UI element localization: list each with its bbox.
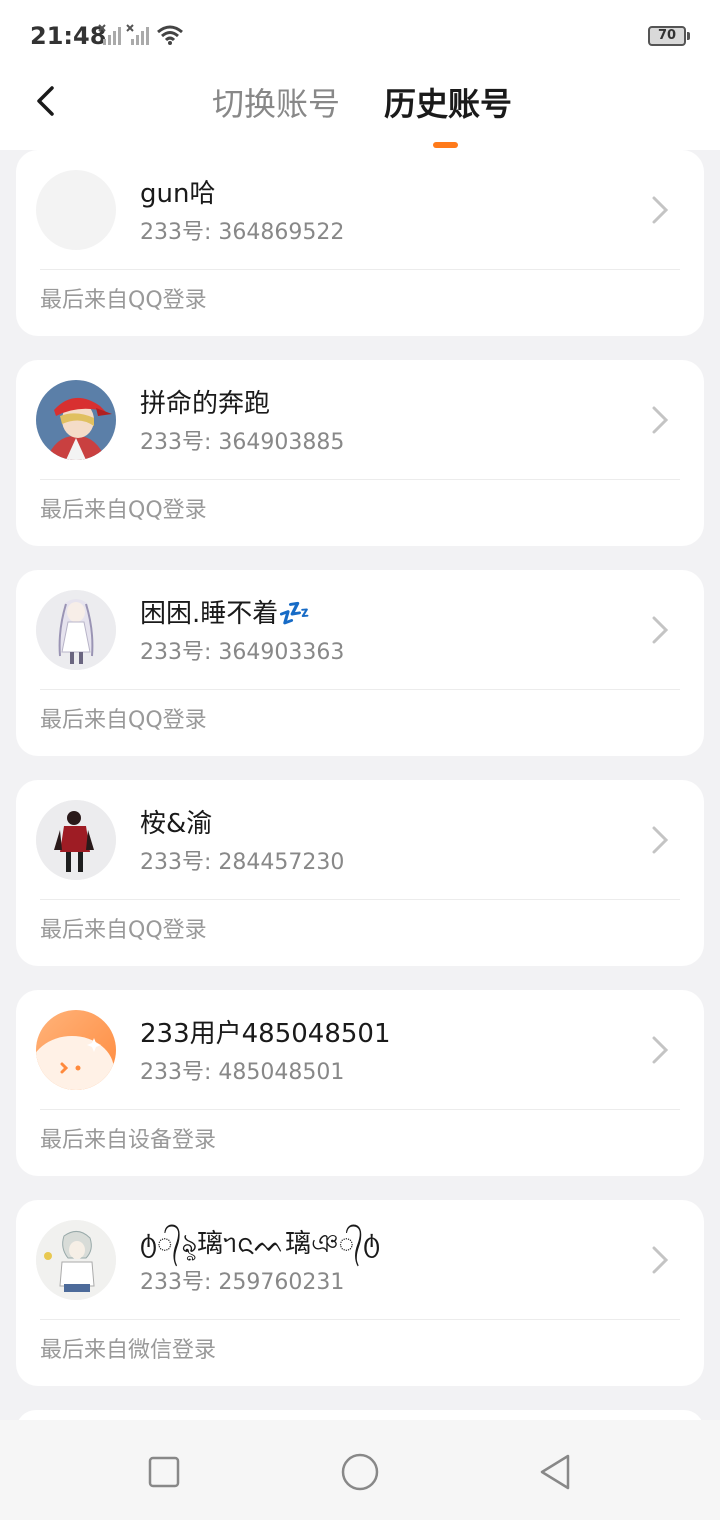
account-card[interactable]: 拼命的奔跑 233号: 364903885 最后来自QQ登录	[16, 360, 704, 546]
chevron-right-icon	[652, 406, 669, 434]
account-nickname: gun哈	[140, 179, 216, 209]
login-source: 最后来自QQ登录	[40, 498, 207, 523]
account-card[interactable]: ტ᭄ৡ璃ᥐᨶᨓ璃ঞ᭄ტ 233号: 259760231 最后来自微信登录	[16, 1200, 704, 1386]
home-icon	[341, 1453, 379, 1491]
account-card[interactable]: 困困.睡不着💤 233号: 364903363 最后来自QQ登录	[16, 570, 704, 756]
account-nickname: 233用户485048501	[140, 1019, 391, 1049]
chevron-right-icon	[652, 1246, 669, 1274]
chibi-dark-figure-avatar	[36, 800, 116, 880]
account-id: 233号: 485048501	[140, 1060, 345, 1085]
back-triangle-icon	[540, 1454, 570, 1490]
tab-switch-account[interactable]: 切换账号	[212, 84, 340, 124]
chevron-right-icon	[652, 1036, 669, 1064]
account-id: 233号: 259760231	[140, 1270, 345, 1295]
account-id: 233号: 284457230	[140, 850, 345, 875]
system-nav-bar	[0, 1420, 720, 1520]
anime-girl-white-hair-avatar	[36, 590, 116, 670]
orange-blob-default-avatar	[36, 1010, 116, 1090]
account-nickname: ტ᭄ৡ璃ᥐᨶᨓ璃ঞ᭄ტ	[140, 1229, 381, 1259]
account-id: 233号: 364903363	[140, 640, 345, 665]
divider	[40, 899, 680, 900]
account-id: 233号: 364869522	[140, 220, 345, 245]
chevron-right-icon	[652, 196, 669, 224]
login-source: 最后来自QQ登录	[40, 708, 207, 733]
account-card[interactable]: gun哈 233号: 364869522 最后来自QQ登录	[16, 150, 704, 336]
recent-apps-icon	[148, 1456, 180, 1488]
battery-icon: 70	[648, 26, 686, 46]
status-bar: 21:48 70	[0, 0, 720, 70]
anime-boy-red-cap-avatar	[36, 380, 116, 460]
login-source: 最后来自QQ登录	[40, 288, 207, 313]
sketch-character-avatar	[36, 1220, 116, 1300]
login-source: 最后来自QQ登录	[40, 918, 207, 943]
chevron-right-icon	[652, 616, 669, 644]
account-card[interactable]: 桉&渝 233号: 284457230 最后来自QQ登录	[16, 780, 704, 966]
blank-avatar	[36, 170, 116, 250]
status-time: 21:48	[30, 22, 107, 50]
divider	[40, 689, 680, 690]
login-source: 最后来自设备登录	[40, 1128, 217, 1153]
divider	[40, 269, 680, 270]
divider	[40, 1109, 680, 1110]
account-nickname: 桉&渝	[140, 809, 213, 839]
nav-back-button[interactable]	[534, 1450, 578, 1494]
recent-apps-button[interactable]	[142, 1450, 186, 1494]
header: 切换账号 历史账号	[0, 70, 720, 150]
login-source: 最后来自微信登录	[40, 1338, 217, 1363]
divider	[40, 479, 680, 480]
signal-no-sim-icon	[126, 24, 152, 50]
tab-history-account[interactable]: 历史账号	[384, 84, 512, 124]
account-id: 233号: 364903885	[140, 430, 345, 455]
account-nickname: 拼命的奔跑	[140, 389, 271, 419]
tab-indicator	[433, 142, 458, 148]
chevron-right-icon	[652, 826, 669, 854]
wifi-icon	[156, 24, 184, 50]
divider	[40, 1319, 680, 1320]
account-card[interactable]: 233用户485048501 233号: 485048501 最后来自设备登录	[16, 990, 704, 1176]
account-nickname: 困困.睡不着💤	[140, 599, 311, 629]
chevron-left-icon	[37, 86, 54, 116]
battery-tip	[687, 32, 690, 40]
signal-no-sim-icon	[98, 24, 124, 50]
home-button[interactable]	[338, 1450, 382, 1494]
back-button[interactable]	[28, 82, 68, 122]
